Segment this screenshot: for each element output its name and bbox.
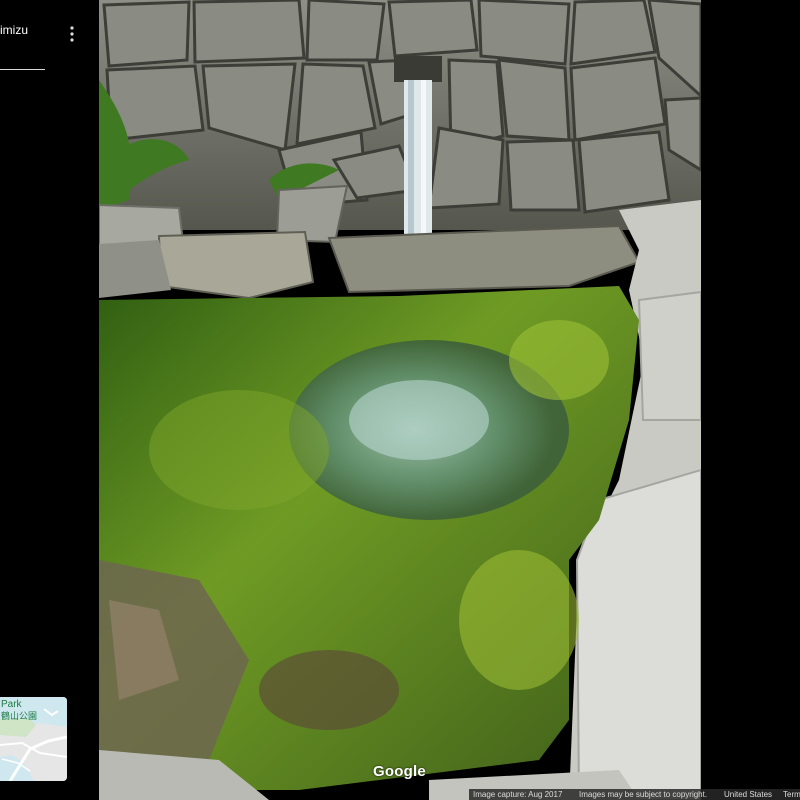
- image-capture-date: Image capture: Aug 2017: [473, 790, 563, 799]
- country-link[interactable]: United States: [724, 789, 772, 800]
- place-title: imizu: [0, 23, 29, 37]
- minimap-park-label-ja: 鶴山公園: [1, 711, 38, 721]
- more-vert-icon[interactable]: [65, 24, 79, 44]
- left-panel: imizu Park 鶴山公園: [0, 0, 98, 800]
- copyright-notice: Images may be subject to copyright.: [579, 790, 708, 799]
- street-view-photo[interactable]: Google: [99, 0, 701, 800]
- google-watermark: Google: [373, 763, 426, 780]
- minimap[interactable]: Park 鶴山公園: [0, 697, 67, 781]
- spring-water-photo: [99, 0, 701, 800]
- attribution-bar: Image capture: Aug 2017 Images may be su…: [469, 789, 800, 800]
- title-divider: [0, 69, 45, 70]
- terms-link[interactable]: Term: [783, 789, 800, 800]
- minimap-park-label: Park: [1, 699, 22, 710]
